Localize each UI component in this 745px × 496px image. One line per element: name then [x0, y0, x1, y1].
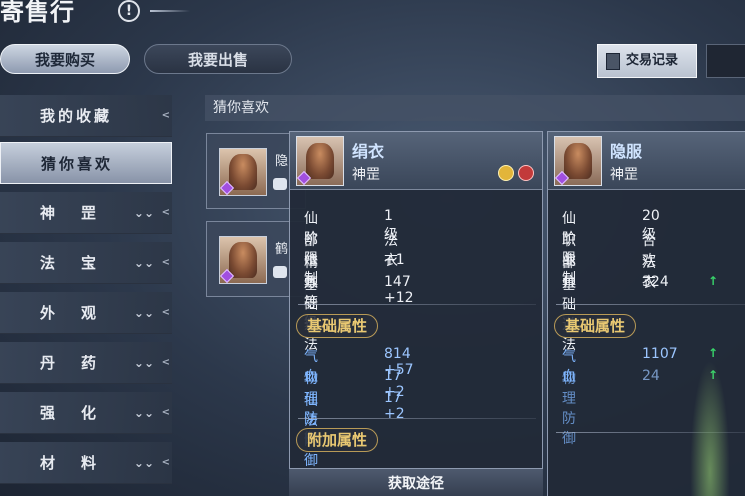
sidebar-item-label: 外观 — [40, 304, 123, 322]
section-title-basic: 基础属性 — [554, 314, 637, 338]
item-tooltip-current: 绢衣 神罡 仙阶限制1级 部位法衣 精炼等级+1 基础道法147 +12 基础属… — [289, 131, 543, 496]
cloud-badge-icon — [273, 178, 287, 190]
increase-arrow-icon: ↑ — [708, 274, 719, 288]
item-name: 鹤 — [275, 242, 289, 257]
divider — [298, 304, 536, 305]
tooltip-header: 绢衣 神罡 — [290, 132, 542, 190]
chevron-down-icon: ⌄⌄ — [133, 206, 154, 220]
pointer-icon: < — [161, 257, 170, 268]
sidebar-item-label: 神罡 — [40, 204, 123, 222]
chevron-down-icon: ⌄⌄ — [133, 456, 154, 470]
red-seal-icon — [518, 165, 534, 181]
divider — [556, 304, 745, 305]
gold-coin-icon — [498, 165, 514, 181]
tab-buy[interactable]: 我要购买 — [0, 44, 130, 74]
scroll-icon — [606, 53, 620, 70]
sidebar-item-label: 法宝 — [40, 254, 123, 272]
divider — [298, 418, 536, 419]
sidebar-item-label: 丹药 — [40, 354, 123, 372]
sidebar-item-waiguan[interactable]: 外观 ⌄⌄ < — [0, 292, 172, 334]
chevron-down-icon: ⌄⌄ — [133, 356, 154, 370]
currency-box — [706, 44, 745, 78]
glow-effect — [690, 360, 730, 496]
item-grade: 神罡 — [610, 167, 638, 183]
robe-icon — [219, 148, 267, 196]
pointer-icon: < — [161, 457, 170, 468]
section-title-extra: 附加属性 — [296, 428, 379, 452]
section-title-basic: 基础属性 — [296, 314, 379, 338]
item-name: 隐 — [275, 154, 289, 169]
pointer-icon: < — [161, 110, 170, 121]
help-icon[interactable]: ! — [118, 0, 140, 22]
item-name: 隐服 — [610, 142, 643, 161]
trade-record-button[interactable]: 交易记录 — [597, 44, 697, 78]
sidebar-item-fabao[interactable]: 法宝 ⌄⌄ < — [0, 242, 172, 284]
robe-icon — [554, 136, 602, 186]
sidebar-item-favorites[interactable]: 我的收藏 < — [0, 95, 172, 137]
pointer-icon: < — [161, 207, 170, 218]
pointer-icon: < — [161, 357, 170, 368]
sidebar-item-label: 猜你喜欢 — [41, 155, 114, 173]
pointer-icon: < — [161, 307, 170, 318]
sidebar-item-danyao[interactable]: 丹药 ⌄⌄ < — [0, 342, 172, 384]
chevron-down-icon: ⌄⌄ — [133, 256, 154, 270]
tab-sell[interactable]: 我要出售 — [144, 44, 292, 74]
cloud-badge-icon — [273, 266, 287, 278]
sidebar-item-label: 我的收藏 — [40, 107, 113, 125]
pointer-icon: < — [161, 407, 170, 418]
chevron-down-icon: ⌄⌄ — [133, 306, 154, 320]
robe-icon — [296, 136, 344, 186]
sidebar-item-label: 强化 — [40, 404, 123, 422]
acquire-source-button[interactable]: 获取途径 — [289, 468, 543, 496]
sidebar-item-qianghua[interactable]: 强化 ⌄⌄ < — [0, 392, 172, 434]
chevron-down-icon: ⌄⌄ — [133, 406, 154, 420]
title-decoration — [150, 10, 190, 12]
tooltip-header: 隐服 神罡 — [548, 132, 745, 190]
section-header: 猜你喜欢 — [205, 95, 745, 121]
item-grade: 神罡 — [352, 167, 380, 183]
sidebar-item-cailiao[interactable]: 材料 ⌄⌄ < — [0, 442, 172, 484]
sidebar-item-shengang[interactable]: 神罡 ⌄⌄ < — [0, 192, 172, 234]
trade-record-label: 交易记录 — [626, 53, 679, 68]
page-title: 寄售行 — [0, 0, 75, 26]
item-name: 绢衣 — [352, 142, 385, 161]
sidebar-item-label: 材料 — [40, 454, 123, 472]
sidebar-item-recommended[interactable]: 猜你喜欢 — [0, 142, 172, 184]
robe-icon — [219, 236, 267, 284]
increase-arrow-icon: ↑ — [708, 346, 719, 360]
